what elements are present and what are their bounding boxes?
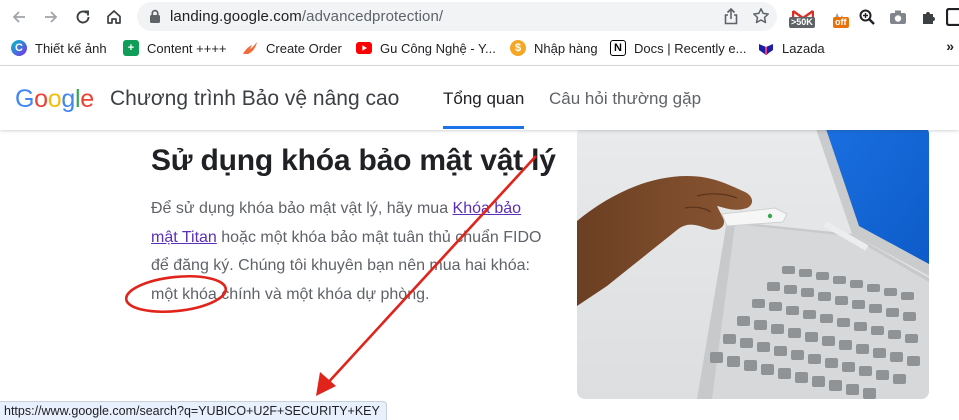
profile-icon[interactable] [946,4,959,30]
canva-icon: C [11,40,27,56]
bookmark-label: Create Order [266,40,342,56]
bookmark-content[interactable]: + Content ++++ [123,38,227,58]
offer-extension-icon[interactable]: off [826,4,852,30]
address-bar[interactable]: landing.google.com/advancedprotection/ [137,2,777,31]
product-name: Chương trình Bảo vệ nâng cao [110,87,400,110]
bookmark-youtube[interactable]: Gu Công Nghệ - Y... [356,38,496,58]
bookmark-notion-docs[interactable]: N Docs | Recently e... [610,38,746,58]
home-icon [107,10,121,24]
bookmark-star-icon[interactable] [752,7,770,25]
active-tab-indicator [443,126,524,129]
lock-icon[interactable] [148,9,162,24]
bookmark-nhap-hang[interactable]: $ Nhập hàng [510,38,598,58]
home-button[interactable] [101,4,127,30]
tab-faq[interactable]: Câu hỏi thường gặp [549,89,701,109]
lazada-icon [758,40,774,56]
bookmarks-bar: C Thiết kế ảnh + Content ++++ Create Ord… [0,34,959,62]
bookmark-label: Content ++++ [147,40,227,56]
site-header: Google Chương trình Bảo vệ nâng cao Tổng… [0,66,959,130]
section-title: Sử dụng khóa bảo mật vật lý [151,144,556,177]
annotation-arrowhead [316,372,336,396]
camera-extension-icon[interactable] [886,4,910,30]
gmail-extension-icon[interactable]: >50K [789,4,816,30]
reload-button[interactable] [70,4,96,30]
coin-icon: $ [510,40,526,56]
body-paragraph: Để sử dụng khóa bảo mật vật lý, hãy mua … [151,195,551,309]
status-url-bubble: https://www.google.com/search?q=YUBICO+U… [0,401,387,420]
forward-arrow-icon [45,11,58,23]
zoom-extension-icon[interactable] [855,4,879,30]
tab-overview[interactable]: Tổng quan [443,89,524,109]
back-button[interactable] [6,4,32,30]
bookmark-canva[interactable]: C Thiết kế ảnh [11,38,107,58]
bookmark-label: Gu Công Nghệ - Y... [380,40,496,56]
sheets-icon: + [123,40,139,56]
security-key-photo [577,126,929,399]
browser-toolbar: landing.google.com/advancedprotection/ >… [0,0,959,34]
puzzle-extensions-icon[interactable] [917,4,941,30]
bookmark-label: Nhập hàng [534,40,598,56]
notion-icon: N [610,40,626,56]
url-text: landing.google.com/advancedprotection/ [170,8,444,25]
reload-icon [76,10,90,24]
bookmark-lazada[interactable]: Lazada [758,38,825,58]
bookmarks-overflow-chevron-icon[interactable]: » [946,38,954,54]
flame-icon [242,40,258,56]
bookmark-create-order[interactable]: Create Order [242,38,342,58]
para-text-before: Để sử dụng khóa bảo mật vật lý, hãy mua [151,200,453,217]
gmail-badge: >50K [789,17,815,28]
bookmark-label: Docs | Recently e... [634,40,747,56]
google-logo[interactable]: Google [15,85,94,114]
bookmark-label: Lazada [782,40,825,56]
share-icon[interactable] [723,8,739,25]
forward-button[interactable] [38,4,64,30]
back-arrow-icon [12,11,25,23]
offer-badge: off [833,17,849,28]
bookmark-label: Thiết kế ảnh [35,40,107,56]
youtube-icon [356,40,372,56]
